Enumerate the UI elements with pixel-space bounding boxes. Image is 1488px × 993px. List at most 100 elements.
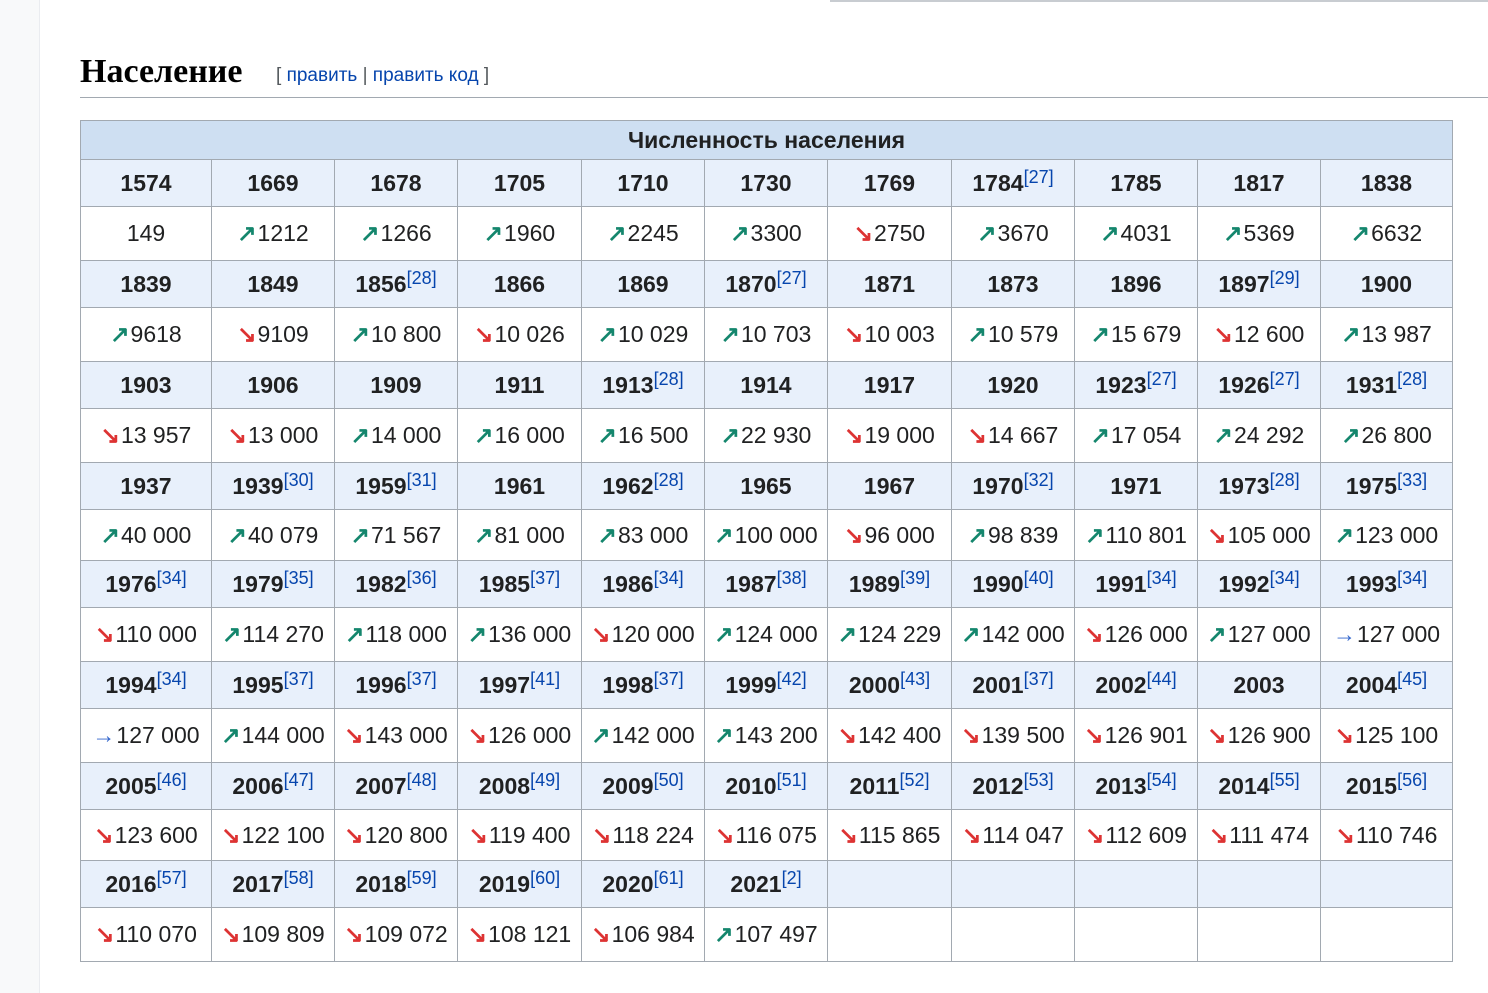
trend-up-icon: ↗	[730, 220, 750, 246]
trend-down-icon: ↘	[844, 521, 864, 548]
value-row: ↘13 957 ↘13 000 ↗14 000 ↗16 000 ↗16 500 ↗22 9…	[80, 408, 1454, 463]
year-label: 2000	[848, 671, 901, 698]
reference-link[interactable]: [59]	[407, 868, 437, 888]
population-value: 120 000	[611, 621, 695, 647]
year-label: 1970	[972, 472, 1024, 499]
reference-link[interactable]: [28]	[654, 369, 684, 389]
reference-link[interactable]: [27]	[777, 268, 807, 288]
year-label: 1838	[1360, 169, 1413, 196]
reference-link[interactable]: [46]	[157, 770, 187, 790]
reference-link[interactable]: [27]	[1024, 167, 1054, 187]
reference-link[interactable]: [2]	[782, 868, 802, 888]
reference-link[interactable]: [55]	[1270, 770, 1300, 790]
edit-source-link[interactable]: править код	[373, 65, 479, 86]
reference-link[interactable]: [60]	[530, 868, 560, 888]
reference-link[interactable]: [48]	[407, 770, 437, 790]
reference-link[interactable]: [39]	[900, 568, 930, 588]
population-value: 14 000	[370, 422, 442, 448]
year-cell: 1897[29]	[1197, 260, 1321, 308]
reference-link[interactable]: [37]	[530, 568, 560, 588]
reference-link[interactable]: [37]	[1024, 669, 1054, 689]
reference-link[interactable]: [50]	[654, 770, 684, 790]
reference-link[interactable]: [33]	[1397, 470, 1427, 490]
edit-link[interactable]: править	[287, 65, 358, 86]
reference-link[interactable]: [35]	[284, 568, 314, 588]
reference-link[interactable]: [45]	[1397, 669, 1427, 689]
reference-link[interactable]: [37]	[407, 669, 437, 689]
population-cell: ↗114 270	[211, 607, 335, 662]
reference-link[interactable]: [27]	[1147, 369, 1177, 389]
year-cell: 2004[45]	[1319, 661, 1454, 709]
reference-link[interactable]: [34]	[654, 568, 684, 588]
year-cell: 1931[28]	[1319, 361, 1454, 409]
reference-link[interactable]: [42]	[777, 669, 807, 689]
population-value: 142 400	[858, 722, 942, 748]
reference-link[interactable]: [31]	[407, 470, 437, 490]
population-value: 111 474	[1229, 821, 1309, 848]
reference-link[interactable]: [51]	[777, 770, 807, 790]
reference-link[interactable]: [28]	[654, 470, 684, 490]
population-value: 22 930	[740, 422, 812, 448]
empty-cell	[1074, 860, 1198, 908]
reference-link[interactable]: [53]	[1024, 770, 1054, 790]
population-cell: ↗127 000	[1197, 607, 1321, 662]
population-value: 125 100	[1355, 722, 1439, 748]
reference-link[interactable]: [36]	[407, 568, 437, 588]
reference-link[interactable]: [27]	[1270, 369, 1300, 389]
trend-down-icon: ↘	[1207, 521, 1227, 548]
reference-link[interactable]: [44]	[1147, 669, 1177, 689]
reference-link[interactable]: [43]	[900, 669, 930, 689]
reference-link[interactable]: [57]	[157, 868, 187, 888]
reference-link[interactable]: [34]	[1147, 568, 1177, 588]
trend-up-icon: ↗	[221, 722, 241, 748]
reference-link[interactable]: [49]	[530, 770, 560, 790]
year-label: 1989	[848, 570, 901, 597]
population-cell: ↗118 000	[334, 607, 458, 662]
reference-link[interactable]: [56]	[1397, 770, 1427, 790]
year-row: 1937 1939[30] 1959[31] 1961 1962[28] 1965 1967…	[80, 462, 1454, 510]
year-cell: 2002[44]	[1074, 661, 1198, 709]
reference-link[interactable]: [28]	[1270, 470, 1300, 490]
year-label: 1705	[493, 169, 546, 196]
reference-link[interactable]: [28]	[1397, 369, 1427, 389]
year-cell: 1971	[1074, 462, 1198, 510]
reference-link[interactable]: [41]	[530, 669, 560, 689]
reference-link[interactable]: [34]	[157, 568, 187, 588]
reference-link[interactable]: [40]	[1024, 568, 1054, 588]
reference-link[interactable]: [32]	[1024, 470, 1054, 490]
population-value: 136 000	[488, 621, 572, 647]
reference-link[interactable]: [34]	[1270, 568, 1300, 588]
population-value: 123 600	[114, 821, 198, 848]
reference-link[interactable]: [34]	[157, 669, 187, 689]
year-label: 1710	[617, 169, 669, 196]
year-cell: 1962[28]	[581, 462, 705, 510]
year-cell: 1997[41]	[457, 661, 582, 709]
reference-link[interactable]: [34]	[1397, 568, 1427, 588]
year-label: 1785	[1110, 169, 1162, 196]
reference-link[interactable]: [61]	[654, 868, 684, 888]
reference-link[interactable]: [28]	[407, 268, 437, 288]
population-cell: ↗83 000	[581, 509, 705, 561]
reference-link[interactable]: [30]	[284, 470, 314, 490]
empty-cell	[1319, 907, 1454, 962]
reference-link[interactable]: [37]	[654, 669, 684, 689]
year-cell: 1900	[1319, 260, 1454, 308]
year-label: 1769	[863, 169, 916, 196]
reference-link[interactable]: [37]	[284, 669, 314, 689]
reference-link[interactable]: [54]	[1147, 770, 1177, 790]
trend-up-icon: ↗	[237, 220, 257, 246]
population-cell: ↘12 600	[1197, 307, 1321, 362]
population-value: 71 567	[370, 521, 442, 548]
year-label: 1967	[863, 472, 916, 499]
reference-link[interactable]: [29]	[1270, 268, 1300, 288]
reference-link[interactable]: [38]	[777, 568, 807, 588]
year-label: 1961	[493, 472, 546, 499]
trend-down-icon: ↘	[94, 821, 114, 848]
population-value: 110 000	[115, 621, 197, 647]
reference-link[interactable]: [58]	[284, 868, 314, 888]
population-cell: ↗123 000	[1319, 509, 1454, 561]
population-cell: ↗81 000	[457, 509, 582, 561]
reference-link[interactable]: [47]	[284, 770, 314, 790]
reference-link[interactable]: [52]	[899, 770, 929, 790]
year-label: 1784	[972, 169, 1024, 196]
